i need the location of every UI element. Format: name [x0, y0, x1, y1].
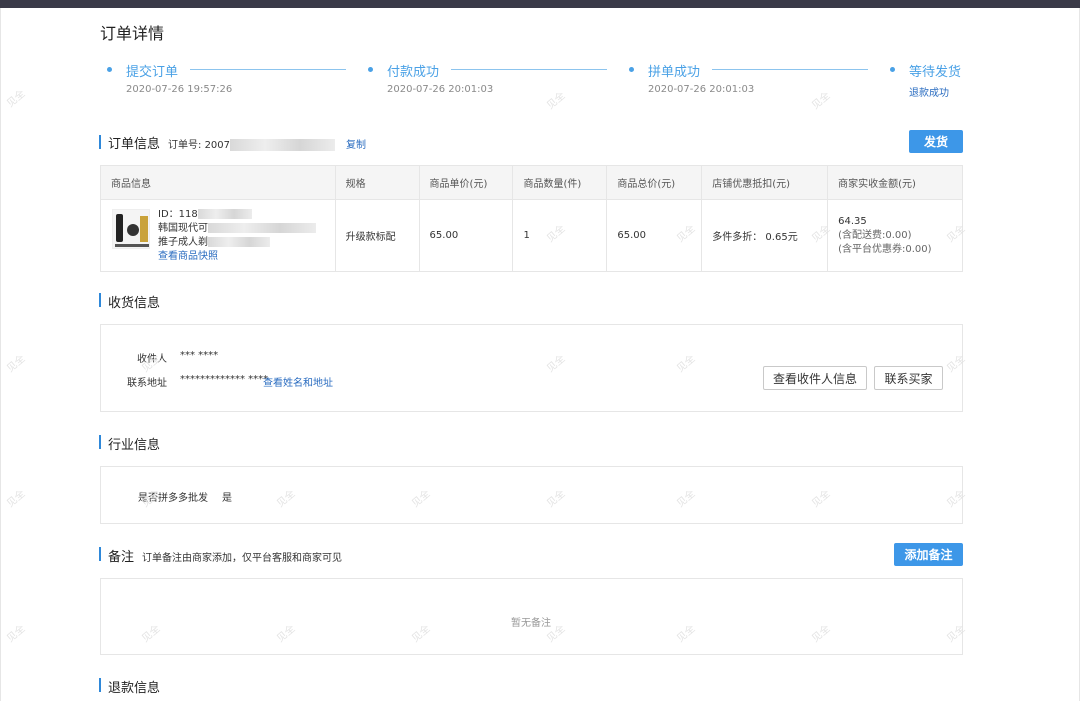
masked-id — [197, 209, 252, 219]
address-value: ************* **** — [180, 374, 269, 385]
copy-order-number-link[interactable]: 复制 — [346, 136, 366, 151]
discount-cell: 多件多折： 0.65元 — [701, 199, 829, 272]
step-label-4: 等待发货 — [909, 65, 962, 80]
product-name-line1: 韩国现代可 — [158, 222, 316, 236]
masked-name2 — [208, 237, 270, 247]
header-total: 商品总价(元) — [606, 165, 703, 200]
product-details: ID：118 韩国现代可 推子成人剃 查看商品快照 — [158, 208, 316, 264]
step-dot-2 — [368, 67, 373, 72]
refund-success-link[interactable]: 退款成功 — [909, 84, 949, 99]
receiver-label: 收件人 — [137, 354, 167, 365]
header-product-info: 商品信息 — [100, 165, 336, 200]
step-dot-3 — [629, 67, 634, 72]
order-items-table: 商品信息 规格 商品单价(元) 商品数量(件) 商品总价(元) 店铺优惠抵扣(元… — [100, 165, 963, 272]
table-row: ID：118 韩国现代可 推子成人剃 查看商品快照 升级款标配 65.00 1 … — [100, 199, 963, 272]
order-info-title: 订单信息 — [108, 137, 161, 152]
header-received-amount: 商家实收金额(元) — [827, 165, 963, 200]
receiver-value: *** **** — [180, 350, 219, 361]
product-info-cell: ID：118 韩国现代可 推子成人剃 查看商品快照 — [100, 199, 336, 272]
product-name-text1: 韩国现代可 — [158, 223, 208, 234]
ship-button[interactable]: 发货 — [909, 130, 963, 153]
shipping-info-box: 收件人 *** **** 联系地址 ************* **** 查看姓… — [100, 324, 963, 412]
order-number-label: 订单号: — [168, 140, 202, 151]
header-spec: 规格 — [335, 165, 420, 200]
refund-info-title: 退款信息 — [108, 681, 161, 696]
view-snapshot-link[interactable]: 查看商品快照 — [158, 250, 316, 264]
received-amount: 64.35 — [838, 215, 867, 227]
step-time-2: 2020-07-26 20:01:03 — [387, 84, 494, 95]
view-name-address-link[interactable]: 查看姓名和地址 — [263, 374, 333, 389]
table-header-row: 商品信息 规格 商品单价(元) 商品数量(件) 商品总价(元) 店铺优惠抵扣(元… — [100, 165, 963, 200]
total-cell: 65.00 — [606, 199, 703, 272]
step-connector-3 — [712, 69, 868, 70]
contact-buyer-button[interactable]: 联系买家 — [874, 366, 943, 390]
wholesale-value: 是 — [222, 493, 232, 504]
remark-note: 订单备注由商家添加，仅平台客服和商家可见 — [142, 553, 342, 564]
wholesale-label: 是否拼多多批发 — [138, 493, 208, 504]
step-connector-1 — [190, 69, 346, 70]
shipping-info-title: 收货信息 — [108, 296, 161, 311]
unit-price-cell: 65.00 — [419, 199, 514, 272]
product-name-text2: 推子成人剃 — [158, 237, 208, 248]
add-remark-button[interactable]: 添加备注 — [894, 543, 963, 566]
received-cell: 64.35 (含配送费:0.00) (含平台优惠券:0.00) — [828, 200, 963, 272]
product-name-line2: 推子成人剃 — [158, 236, 316, 250]
received-note-coupon: (含平台优惠券:0.00) — [838, 243, 932, 255]
spec-cell: 升级款标配 — [335, 199, 420, 272]
quantity-cell: 1 — [512, 199, 608, 272]
section-marker — [99, 135, 101, 149]
product-id: ID：118 — [158, 208, 316, 222]
header-shop-discount: 店铺优惠抵扣(元) — [701, 165, 829, 200]
step-label-1: 提交订单 — [126, 65, 179, 80]
order-number-value: 2007 — [204, 140, 231, 151]
step-dot-1 — [107, 67, 112, 72]
section-marker — [99, 293, 101, 307]
remark-title: 备注 — [108, 550, 135, 565]
page-title: 订单详情 — [100, 24, 165, 43]
section-marker — [99, 435, 101, 449]
industry-info-title: 行业信息 — [108, 438, 161, 453]
header-unit-price: 商品单价(元) — [419, 165, 514, 200]
order-number: 订单号: 2007 — [168, 136, 336, 151]
section-marker — [99, 547, 101, 561]
industry-info-box: 是否拼多多批发 是 — [100, 466, 963, 524]
remark-empty-text: 暂无备注 — [511, 618, 551, 629]
masked-name1 — [208, 223, 316, 233]
product-id-text: ID：118 — [158, 209, 198, 220]
view-receiver-button[interactable]: 查看收件人信息 — [763, 366, 867, 390]
remark-box: 暂无备注 — [100, 578, 963, 655]
product-thumbnail — [112, 209, 150, 249]
step-label-2: 付款成功 — [387, 65, 440, 80]
received-note-shipping: (含配送费:0.00) — [838, 229, 912, 241]
step-time-1: 2020-07-26 19:57:26 — [126, 84, 233, 95]
step-connector-2 — [451, 69, 607, 70]
step-dot-4 — [890, 67, 895, 72]
header-quantity: 商品数量(件) — [512, 165, 608, 200]
step-time-3: 2020-07-26 20:01:03 — [648, 84, 755, 95]
section-marker — [99, 678, 101, 692]
masked-order-number — [230, 139, 336, 151]
window-top-bar — [0, 0, 1080, 8]
step-label-3: 拼单成功 — [648, 65, 701, 80]
address-label: 联系地址 — [127, 378, 167, 389]
